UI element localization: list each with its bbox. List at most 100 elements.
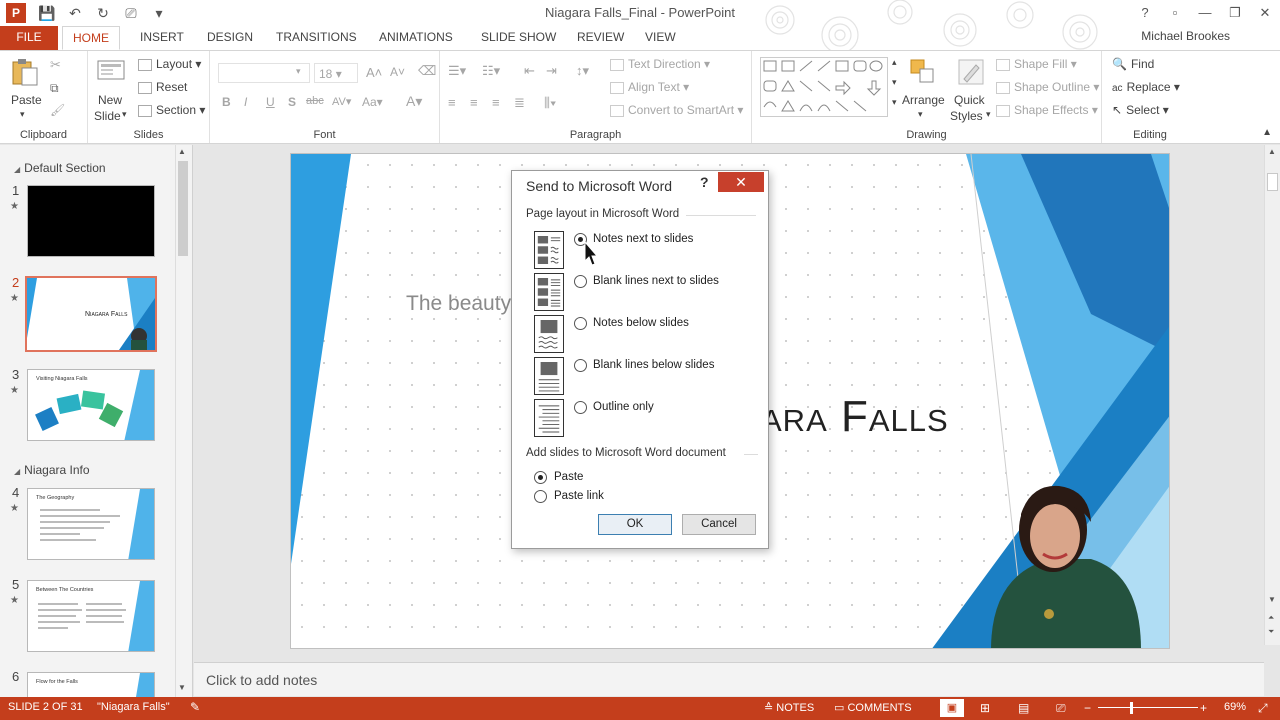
- dialog-help-button[interactable]: ?: [700, 174, 709, 190]
- shape-fill-button[interactable]: Shape Fill ▾: [996, 57, 1077, 71]
- slide-subtitle[interactable]: The beauty: [406, 292, 511, 316]
- user-name[interactable]: Michael Brookes: [1141, 29, 1230, 43]
- align-center-icon[interactable]: ≡: [470, 95, 478, 110]
- character-spacing-icon[interactable]: AV▾: [332, 95, 351, 108]
- paste-button[interactable]: Paste: [11, 93, 42, 107]
- ok-button[interactable]: OK: [598, 514, 672, 535]
- shapes-gallery[interactable]: [760, 57, 888, 117]
- shapes-more-icon[interactable]: ▾: [892, 97, 897, 108]
- font-size-input[interactable]: 18 ▾: [314, 63, 358, 83]
- save-icon[interactable]: 💾: [36, 3, 58, 23]
- previous-slide-icon[interactable]: ⏶: [1268, 613, 1274, 623]
- scroll-up-icon[interactable]: ▲: [178, 147, 186, 156]
- strikethrough-icon[interactable]: abc: [306, 95, 324, 107]
- select-button[interactable]: ↖ Select ▾: [1112, 103, 1169, 117]
- slide-thumbnail-3[interactable]: Visiting Niagara Falls: [27, 369, 155, 441]
- radio-blank-lines-below[interactable]: [574, 359, 587, 372]
- tab-animations[interactable]: ANIMATIONS: [369, 26, 463, 50]
- section-button[interactable]: Section ▾: [138, 103, 205, 117]
- notes-toggle-button[interactable]: ≙ NOTES: [764, 701, 814, 714]
- shapes-scroll-up-icon[interactable]: ▴: [892, 57, 897, 68]
- replace-button[interactable]: ac Replace ▾: [1112, 80, 1180, 94]
- section-collapse-icon[interactable]: ◢: [14, 467, 20, 476]
- tab-slide-show[interactable]: SLIDE SHOW: [471, 26, 566, 50]
- copy-icon[interactable]: ⧉: [50, 81, 59, 96]
- zoom-out-icon[interactable]: −: [1084, 701, 1091, 715]
- paste-dropdown-icon[interactable]: ▾: [20, 109, 25, 120]
- slide-title[interactable]: ara Falls: [761, 392, 949, 442]
- spell-check-icon[interactable]: ✎: [190, 700, 200, 714]
- label-notes-below[interactable]: Notes below slides: [593, 317, 689, 329]
- slide-thumbnail-6[interactable]: Flow for the Falls: [27, 672, 155, 697]
- radio-paste[interactable]: [534, 471, 547, 484]
- fit-to-window-icon[interactable]: ⤢: [1258, 701, 1268, 716]
- shape-effects-button[interactable]: Shape Effects ▾: [996, 103, 1098, 117]
- new-slide-dropdown-icon[interactable]: ▾: [122, 109, 127, 120]
- next-slide-icon[interactable]: ⏷: [1268, 627, 1274, 637]
- radio-paste-link[interactable]: [534, 490, 547, 503]
- align-text-button[interactable]: Align Text ▾: [610, 80, 689, 94]
- close-window-icon[interactable]: ✕: [1250, 0, 1280, 26]
- thumbnail-scrollbar[interactable]: ▲ ▼: [175, 145, 189, 697]
- tab-file[interactable]: FILE: [0, 26, 58, 50]
- align-right-icon[interactable]: ≡: [492, 95, 500, 110]
- restore-icon[interactable]: ❐: [1220, 0, 1250, 26]
- radio-outline-only[interactable]: [574, 401, 587, 414]
- arrange-icon[interactable]: [908, 57, 938, 87]
- italic-icon[interactable]: I: [244, 95, 247, 109]
- normal-view-icon[interactable]: ▣: [940, 699, 964, 717]
- increase-indent-icon[interactable]: ⇥: [546, 63, 557, 79]
- notes-pane[interactable]: Click to add notes: [194, 662, 1264, 696]
- slide-thumbnail-2[interactable]: Niagara Falls: [25, 276, 157, 352]
- redo-icon[interactable]: ↻: [92, 3, 114, 23]
- zoom-in-icon[interactable]: +: [1200, 701, 1207, 715]
- zoom-level[interactable]: 69%: [1224, 701, 1246, 713]
- label-blank-lines-next[interactable]: Blank lines next to slides: [593, 275, 719, 287]
- convert-smartart-button[interactable]: Convert to SmartArt ▾: [610, 103, 743, 117]
- label-notes-next-to-slides[interactable]: Notes next to slides: [593, 233, 693, 245]
- label-paste-link[interactable]: Paste link: [554, 490, 604, 502]
- section-header-default[interactable]: ◢ Default Section: [14, 161, 106, 175]
- tab-insert[interactable]: INSERT: [130, 26, 194, 50]
- font-color-icon[interactable]: A▾: [406, 93, 422, 110]
- slide-sorter-icon[interactable]: ⊞: [980, 701, 990, 715]
- font-name-dropdown-icon[interactable]: ▾: [296, 66, 301, 77]
- grow-font-icon[interactable]: A˄: [366, 65, 382, 80]
- start-slideshow-icon[interactable]: ⎚: [120, 3, 142, 23]
- layout-button[interactable]: Layout ▾: [138, 57, 201, 71]
- comments-toggle-button[interactable]: ▭ COMMENTS: [834, 701, 912, 714]
- slideshow-view-icon[interactable]: ⎚: [1056, 701, 1066, 716]
- radio-blank-lines-next[interactable]: [574, 275, 587, 288]
- scrollbar-thumb[interactable]: [178, 161, 188, 256]
- underline-icon[interactable]: U: [266, 95, 275, 109]
- cancel-button[interactable]: Cancel: [682, 514, 756, 535]
- quick-styles-label-2[interactable]: Styles: [950, 109, 983, 123]
- slide-thumbnail-1[interactable]: [27, 185, 155, 257]
- bullets-icon[interactable]: ☰▾: [448, 63, 466, 79]
- quick-styles-icon[interactable]: [956, 57, 986, 87]
- line-spacing-icon[interactable]: ↕▾: [576, 63, 589, 79]
- undo-icon[interactable]: ↶: [64, 3, 86, 23]
- format-painter-icon[interactable]: 🖌: [50, 103, 65, 117]
- reading-view-icon[interactable]: ▤: [1018, 701, 1029, 715]
- zoom-slider[interactable]: [1098, 707, 1198, 708]
- label-paste[interactable]: Paste: [554, 471, 583, 483]
- shapes-scroll-down-icon[interactable]: ▾: [892, 77, 897, 88]
- notes-placeholder[interactable]: Click to add notes: [206, 672, 317, 688]
- cut-icon[interactable]: ✂: [50, 57, 61, 73]
- editor-scroll-down-icon[interactable]: ▼: [1268, 595, 1276, 604]
- dialog-close-button[interactable]: ✕: [718, 172, 764, 192]
- new-slide-icon[interactable]: [96, 55, 126, 85]
- bold-icon[interactable]: B: [222, 95, 231, 109]
- editor-scrollbar[interactable]: ▲ ▼ ⏶ ⏷: [1264, 145, 1280, 645]
- editor-scroll-up-icon[interactable]: ▲: [1268, 147, 1276, 156]
- align-left-icon[interactable]: ≡: [448, 95, 456, 110]
- shape-outline-button[interactable]: Shape Outline ▾: [996, 80, 1099, 94]
- help-icon[interactable]: ?: [1130, 0, 1160, 26]
- collapse-ribbon-icon[interactable]: ▲: [1262, 127, 1272, 138]
- label-blank-lines-below[interactable]: Blank lines below slides: [593, 359, 714, 371]
- section-header-niagara-info[interactable]: ◢ Niagara Info: [14, 463, 90, 477]
- quick-styles-dropdown-icon[interactable]: ▾: [986, 109, 991, 120]
- label-outline-only[interactable]: Outline only: [593, 401, 654, 413]
- text-direction-button[interactable]: Text Direction ▾: [610, 57, 710, 71]
